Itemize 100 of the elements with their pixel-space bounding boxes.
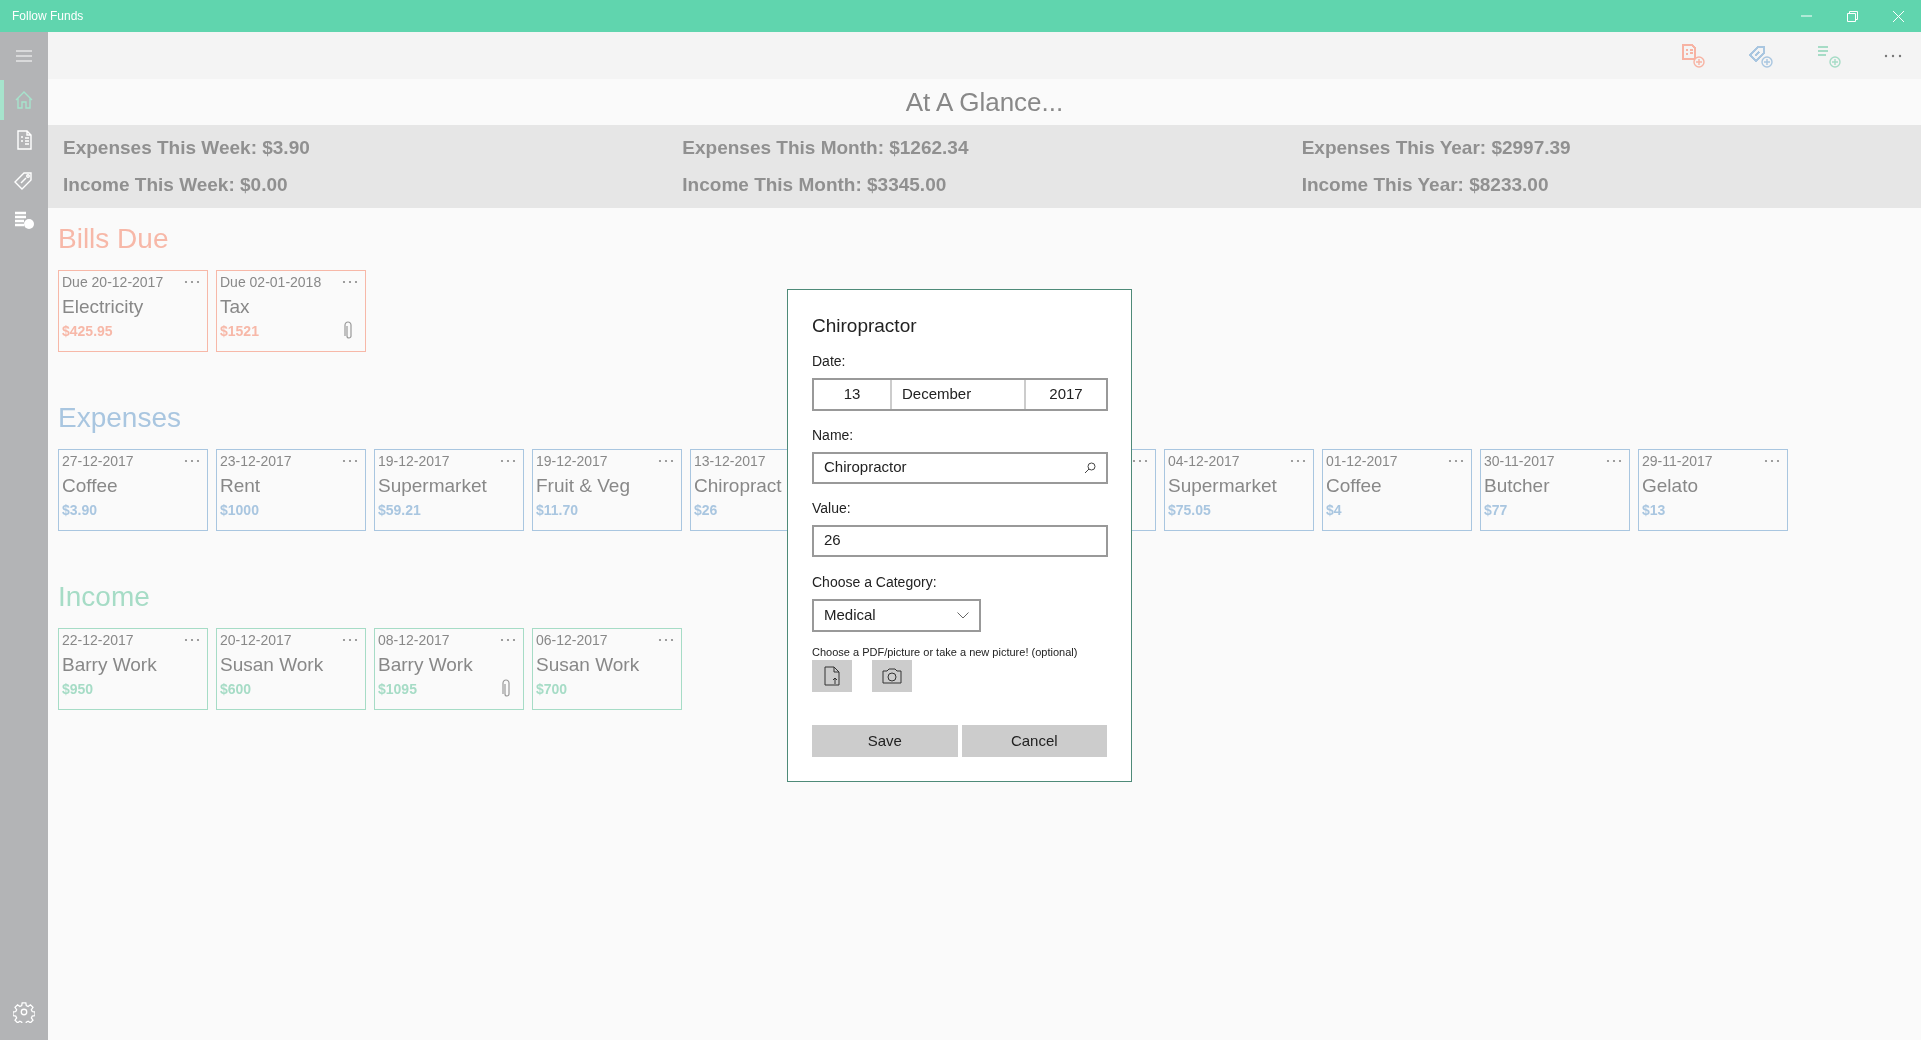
attachment-hint: Choose a PDF/picture or take a new picture! (optional) <box>812 644 1079 660</box>
tag-icon <box>13 169 35 191</box>
more-icon[interactable] <box>1448 459 1464 463</box>
entry-date: 04-12-2017 <box>1168 451 1240 471</box>
entry-amount: $4 <box>1326 501 1342 520</box>
entry-name: Susan Work <box>536 653 641 677</box>
entry-name: Coffee <box>62 474 119 498</box>
entry-card[interactable]: 19-12-2017 Supermarket $59.21 <box>374 449 524 531</box>
entry-date: 19-12-2017 <box>536 451 608 471</box>
entry-date: 13-12-2017 <box>694 451 766 471</box>
entry-date: 19-12-2017 <box>378 451 450 471</box>
entry-amount: $3.90 <box>62 501 98 520</box>
entry-name: Coffee <box>1326 474 1383 498</box>
dialog-title: Chiropractor <box>812 314 918 338</box>
camera-icon <box>882 668 902 684</box>
entry-date: 20-12-2017 <box>220 630 292 650</box>
entry-amount: $26 <box>694 501 718 520</box>
entry-card[interactable]: 30-11-2017 Butcher $77 <box>1480 449 1630 531</box>
section-heading: Bills Due <box>58 222 169 256</box>
entry-name: Supermarket <box>1168 474 1278 498</box>
more-icon[interactable] <box>342 459 358 463</box>
date-picker[interactable]: 13 December 2017 <box>812 377 1108 411</box>
section-heading: Income <box>58 580 150 614</box>
entry-name: Supermarket <box>378 474 488 498</box>
entry-card[interactable]: 08-12-2017 Barry Work $1095 <box>374 628 524 710</box>
entry-card[interactable]: 04-12-2017 Supermarket $75.05 <box>1164 449 1314 531</box>
more-icon[interactable] <box>1290 459 1306 463</box>
entry-amount: $13 <box>1642 501 1666 520</box>
page-heading: At A Glance... <box>905 85 1064 119</box>
entry-card[interactable]: 27-12-2017 Coffee $3.90 <box>58 449 208 531</box>
file-upload-icon <box>824 666 840 686</box>
entry-card[interactable]: 19-12-2017 Fruit & Veg $11.70 <box>532 449 682 531</box>
entry-amount: $1521 <box>220 322 259 341</box>
summary-stat: Expenses This Week: $3.90 <box>63 136 311 160</box>
entry-date: Due 20-12-2017 <box>62 272 164 292</box>
summary-stat: Expenses This Year: $2997.39 <box>1301 136 1572 160</box>
more-icon[interactable] <box>1132 459 1148 463</box>
paperclip-icon <box>344 321 354 341</box>
camera-button[interactable] <box>872 660 912 692</box>
entry-name: Chiropract <box>694 474 783 498</box>
home-icon <box>13 89 35 111</box>
entry-amount: $11.70 <box>536 501 579 520</box>
entry-name: Barry Work <box>378 653 474 677</box>
entry-name: Fruit & Veg <box>536 474 631 498</box>
more-icon[interactable] <box>500 459 516 463</box>
more-icon[interactable] <box>342 638 358 642</box>
entry-date: 22-12-2017 <box>62 630 134 650</box>
value-field[interactable]: 26 <box>812 524 1108 557</box>
entry-date: 06-12-2017 <box>536 630 608 650</box>
entry-card[interactable]: 23-12-2017 Rent $1000 <box>216 449 366 531</box>
entry-amount: $75.05 <box>1168 501 1211 520</box>
file-upload-button[interactable] <box>812 660 852 692</box>
summary-stat: Income This Year: $8233.00 <box>1301 173 1550 197</box>
entry-date: Due 02-01-2018 <box>220 272 322 292</box>
summary-stat: Expenses This Month: $1262.34 <box>682 136 970 160</box>
entry-card[interactable]: 22-12-2017 Barry Work $950 <box>58 628 208 710</box>
field-label: Name: <box>812 425 855 445</box>
entry-name: Electricity <box>62 295 145 319</box>
window-title: Follow Funds <box>12 8 84 25</box>
entry-date: 08-12-2017 <box>378 630 450 650</box>
entry-name: Barry Work <box>62 653 158 677</box>
coins-icon <box>13 209 35 231</box>
entry-amount: $425.95 <box>62 322 113 341</box>
entry-name: Tax <box>220 295 251 319</box>
name-field[interactable]: Chiropractor <box>812 451 1108 484</box>
entry-amount: $700 <box>536 680 568 699</box>
more-icon[interactable] <box>500 638 516 642</box>
more-icon[interactable] <box>342 280 358 284</box>
category-dropdown[interactable]: Medical <box>812 598 981 632</box>
entry-card[interactable]: 06-12-2017 Susan Work $700 <box>532 628 682 710</box>
more-icon[interactable] <box>184 638 200 642</box>
field-label: Choose a Category: <box>812 572 938 592</box>
entry-date: 27-12-2017 <box>62 451 134 471</box>
entry-card[interactable]: 20-12-2017 Susan Work $600 <box>216 628 366 710</box>
entry-amount: $950 <box>62 680 94 699</box>
entry-card[interactable]: Due 02-01-2018 Tax $1521 <box>216 270 366 352</box>
summary-stat: Income This Month: $3345.00 <box>682 173 948 197</box>
cancel-button[interactable]: Cancel <box>961 725 1107 757</box>
more-icon[interactable] <box>184 280 200 284</box>
entry-date: 23-12-2017 <box>220 451 292 471</box>
entry-card[interactable]: Due 20-12-2017 Electricity $425.95 <box>58 270 208 352</box>
entry-amount: $1095 <box>378 680 417 699</box>
entry-amount: $77 <box>1484 501 1508 520</box>
entry-card[interactable]: 29-11-2017 Gelato $13 <box>1638 449 1788 531</box>
entry-date: 01-12-2017 <box>1326 451 1398 471</box>
more-icon[interactable] <box>1606 459 1622 463</box>
field-label: Date: <box>812 351 847 371</box>
day-field[interactable]: 13 <box>814 379 892 409</box>
more-icon[interactable] <box>658 459 674 463</box>
more-icon[interactable] <box>1764 459 1780 463</box>
month-field[interactable]: December <box>892 379 1026 409</box>
entry-name: Gelato <box>1642 474 1699 498</box>
entry-date: 29-11-2017 <box>1642 451 1713 471</box>
year-field[interactable]: 2017 <box>1026 379 1106 409</box>
more-icon[interactable] <box>184 459 200 463</box>
save-button[interactable]: Save <box>812 725 958 757</box>
search-icon[interactable] <box>1084 461 1096 474</box>
section-heading: Expenses <box>58 401 181 435</box>
more-icon[interactable] <box>658 638 674 642</box>
entry-card[interactable]: 01-12-2017 Coffee $4 <box>1322 449 1472 531</box>
